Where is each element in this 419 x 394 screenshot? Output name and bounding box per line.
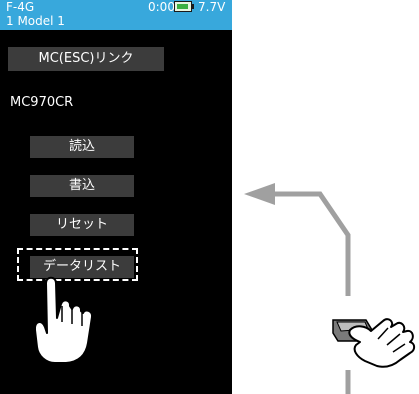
annotation-overlay	[33, 183, 416, 394]
hand-pointer-icon	[33, 276, 94, 364]
hand-press-key-icon	[332, 318, 416, 368]
arrow-left-icon	[244, 183, 351, 394]
